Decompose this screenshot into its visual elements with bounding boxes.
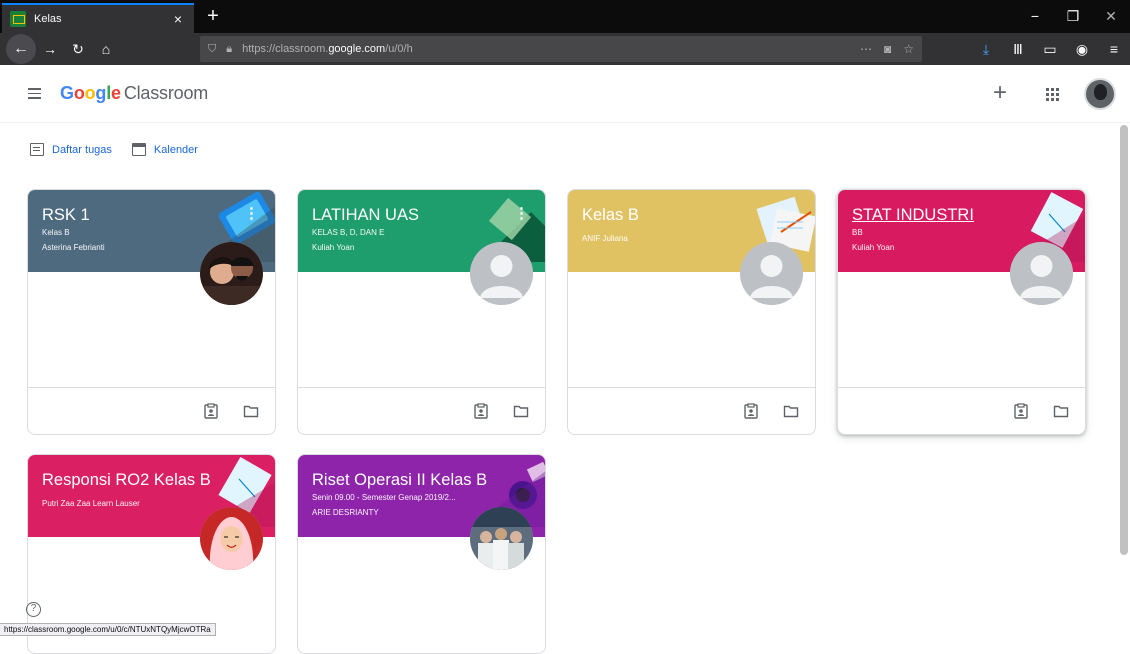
assignment-icon[interactable]: [743, 403, 759, 419]
bookmark-star-icon[interactable]: ☆: [903, 42, 914, 56]
class-card-footer: [28, 387, 275, 434]
logo-letter: G: [60, 83, 74, 103]
more-options-icon[interactable]: ⋮: [244, 204, 259, 222]
assignment-icon[interactable]: [203, 403, 219, 419]
classroom-favicon-icon: [10, 11, 26, 27]
todo-icon: [30, 143, 44, 156]
class-card[interactable]: Kelas B ANIF Juliana: [567, 189, 816, 435]
calendar-link[interactable]: Kalender: [131, 143, 198, 156]
add-class-button[interactable]: +: [980, 74, 1020, 114]
close-window-button[interactable]: ✕: [1092, 0, 1130, 33]
class-teacher[interactable]: Kuliah Yoan: [852, 243, 1042, 252]
calendar-icon: [131, 143, 146, 156]
logo-classroom-text: Classroom: [123, 83, 209, 103]
library-icon[interactable]: Ⅲ: [1002, 35, 1034, 63]
page-scrollbar[interactable]: [1120, 125, 1128, 555]
toolbar-right: ⤓ Ⅲ ▭ ◉ ≡: [970, 33, 1130, 65]
class-card[interactable]: LATIHAN UAS KELAS B, D, DAN E Kuliah Yoan ⋮: [297, 189, 546, 435]
classroom-app-bar: Google Classroom +: [0, 65, 1130, 123]
class-card[interactable]: STAT INDUSTRI BB Kuliah Yoan: [837, 189, 1086, 435]
url-text: https://classroom.google.com/u/0/h: [242, 43, 413, 55]
teacher-avatar: [740, 242, 803, 305]
class-card-footer: [568, 387, 815, 434]
class-subnav: Daftar tugas Kalender: [30, 143, 198, 156]
logo-letter: g: [95, 83, 107, 103]
home-icon[interactable]: ⌂: [92, 35, 120, 63]
url-bar[interactable]: ⛉ 🔒︎ https://classroom.google.com/u/0/h …: [200, 36, 922, 62]
class-section: Kelas B: [42, 228, 70, 237]
lock-icon[interactable]: 🔒︎: [226, 43, 232, 56]
back-arrow-icon[interactable]: ←: [6, 34, 36, 64]
pocket-icon[interactable]: ◙: [884, 42, 891, 56]
assignment-icon[interactable]: [473, 403, 489, 419]
teacher-avatar: [1010, 242, 1073, 305]
todo-label: Daftar tugas: [52, 143, 112, 156]
class-teacher[interactable]: Putri Zaa Zaa Learn Lauser: [42, 499, 232, 508]
maximize-button[interactable]: ❐: [1054, 0, 1092, 33]
folder-icon[interactable]: [513, 403, 529, 419]
google-apps-icon[interactable]: [1032, 74, 1072, 114]
google-classroom-logo[interactable]: Google Classroom: [60, 83, 208, 104]
tab-close-icon[interactable]: ×: [170, 11, 186, 27]
assignment-icon[interactable]: [1013, 403, 1029, 419]
more-options-icon[interactable]: ⋮: [514, 204, 529, 222]
browser-nav-bar: ← → ↻ ⌂ ⛉ 🔒︎ https://classroom.google.co…: [0, 33, 1130, 65]
browser-tab[interactable]: Kelas ×: [2, 3, 194, 33]
folder-icon[interactable]: [1053, 403, 1069, 419]
url-domain: google.com: [328, 43, 386, 55]
teacher-avatar: [470, 507, 533, 570]
logo-letter: o: [84, 83, 96, 103]
class-section: Senin 09.00 - Semester Genap 2019/2...: [312, 493, 456, 502]
url-suffix: /u/0/h: [385, 43, 413, 55]
todo-link[interactable]: Daftar tugas: [30, 143, 112, 156]
folder-icon[interactable]: [783, 403, 799, 419]
class-card[interactable]: Riset Operasi II Kelas B Senin 09.00 - Se…: [297, 454, 546, 654]
account-icon[interactable]: ◉: [1066, 35, 1098, 63]
class-teacher[interactable]: ARIE DESRIANTY: [312, 508, 502, 517]
folder-icon[interactable]: [243, 403, 259, 419]
download-icon[interactable]: ⤓: [970, 35, 1002, 63]
window-controls: − ❐ ✕: [1016, 0, 1130, 33]
app-bar-actions: +: [980, 74, 1116, 114]
logo-letter: o: [73, 83, 85, 103]
account-avatar[interactable]: [1084, 78, 1116, 110]
link-status-bar: https://classroom.google.com/u/0/c/NTUxN…: [0, 623, 216, 636]
shield-icon[interactable]: ⛉: [208, 43, 216, 56]
more-dots-icon[interactable]: ⋯: [860, 42, 872, 56]
teacher-avatar: [470, 242, 533, 305]
forward-arrow-icon[interactable]: →: [36, 35, 64, 63]
tab-title: Kelas: [34, 13, 62, 25]
class-card[interactable]: RSK 1 Kelas B Asterina Febrianti ⋮: [27, 189, 276, 435]
menu-icon[interactable]: ≡: [1098, 35, 1130, 63]
help-icon[interactable]: ?: [26, 602, 41, 617]
main-menu-icon[interactable]: [10, 70, 58, 118]
class-card-footer: [838, 387, 1085, 434]
calendar-label: Kalender: [153, 143, 198, 156]
minimize-button[interactable]: −: [1016, 0, 1054, 33]
class-section: BB: [852, 228, 863, 237]
sidebar-icon[interactable]: ▭: [1034, 35, 1066, 63]
class-teacher[interactable]: Kuliah Yoan: [312, 243, 502, 252]
browser-tab-bar: Kelas × + − ❐ ✕: [0, 0, 1130, 33]
teacher-avatar: [200, 507, 263, 570]
url-actions: ⋯ ◙ ☆: [860, 42, 914, 56]
logo-letter: e: [111, 83, 121, 103]
reload-icon[interactable]: ↻: [64, 35, 92, 63]
class-section: KELAS B, D, DAN E: [312, 228, 385, 237]
teacher-avatar: [200, 242, 263, 305]
class-card-footer: [298, 387, 545, 434]
url-prefix: https://classroom.: [242, 43, 329, 55]
new-tab-button[interactable]: +: [200, 4, 226, 30]
class-teacher[interactable]: Asterina Febrianti: [42, 243, 232, 252]
class-teacher[interactable]: ANIF Juliana: [582, 234, 772, 243]
